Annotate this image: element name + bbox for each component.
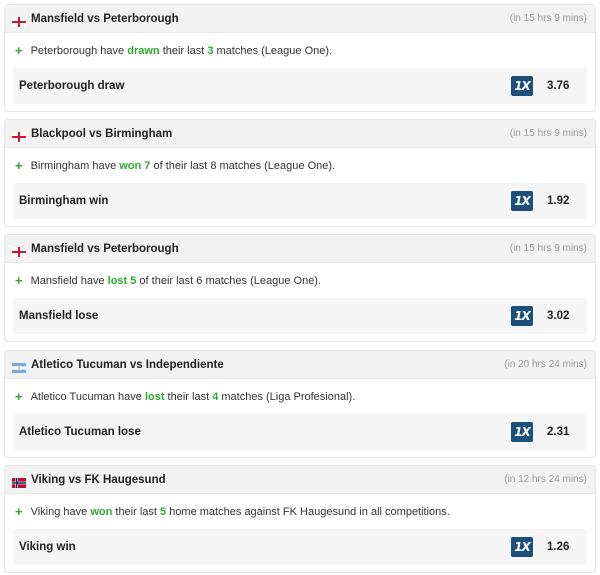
stat-text: Peterborough have drawn their last 3 mat… (31, 45, 332, 57)
bookmaker-logo-icon[interactable]: 1X (511, 422, 533, 442)
tip-card: Mansfield vs Peterborough (in 15 hrs 9 m… (4, 4, 596, 112)
stat-text: Atletico Tucuman have lost their last 4 … (31, 391, 356, 403)
bet-row[interactable]: Viking win 1X 1.26 (13, 529, 587, 565)
stat-text-part: matches (Liga Profesional). (218, 390, 356, 403)
stat-text: Birmingham have won 7 of their last 8 ma… (31, 160, 335, 172)
flag-norway-icon (12, 475, 26, 488)
stat-line: + Birmingham have won 7 of their last 8 … (5, 148, 595, 183)
kickoff-time: (in 15 hrs 9 mins) (509, 243, 587, 254)
plus-icon: + (15, 504, 23, 519)
odds-value[interactable]: 1.92 (547, 195, 569, 207)
odds-button[interactable]: 1X 2.31 (509, 416, 585, 448)
stat-text-part: Mansfield have (30, 274, 108, 287)
tip-card: Blackpool vs Birmingham (in 15 hrs 9 min… (4, 119, 596, 227)
plus-icon: + (15, 389, 23, 404)
stat-highlight: drawn (127, 44, 160, 57)
bet-row[interactable]: Atletico Tucuman lose 1X 2.31 (13, 414, 587, 450)
stat-line: + Peterborough have drawn their last 3 m… (5, 33, 595, 68)
stat-highlight: lost (144, 390, 165, 403)
match-header[interactable]: Mansfield vs Peterborough (in 15 hrs 9 m… (5, 5, 595, 33)
odds-value[interactable]: 1.26 (547, 541, 569, 553)
plus-icon: + (15, 43, 23, 58)
tip-card: Mansfield vs Peterborough (in 15 hrs 9 m… (4, 234, 596, 342)
bet-label[interactable]: Mansfield lose (19, 310, 509, 322)
odds-button[interactable]: 1X 1.26 (509, 531, 585, 563)
match-title[interactable]: Viking vs FK Haugesund (31, 474, 504, 486)
stat-text-part: of their last 8 matches (League One). (150, 159, 336, 172)
plus-icon: + (15, 158, 23, 173)
stat-text-part: their last (112, 505, 161, 518)
stat-text-part: Viking have (30, 505, 91, 518)
bet-label[interactable]: Peterborough draw (19, 80, 509, 92)
stat-text-part: matches (League One). (213, 44, 333, 57)
plus-icon: + (15, 273, 23, 288)
bet-label[interactable]: Viking win (19, 541, 509, 553)
tip-card: Atletico Tucuman vs Independiente (in 20… (4, 350, 596, 458)
stat-highlight: won (90, 505, 113, 518)
bet-label[interactable]: Atletico Tucuman lose (19, 426, 509, 438)
odds-button[interactable]: 1X 1.92 (509, 185, 585, 217)
match-title[interactable]: Blackpool vs Birmingham (31, 128, 510, 140)
flag-england-icon (12, 14, 26, 27)
match-title[interactable]: Atletico Tucuman vs Independiente (31, 359, 504, 371)
bookmaker-logo-icon[interactable]: 1X (511, 76, 533, 96)
stat-line: + Mansfield have lost 5 of their last 6 … (5, 263, 595, 298)
flag-england-icon (12, 129, 26, 142)
flag-england-icon (12, 244, 26, 257)
tip-card: Viking vs FK Haugesund (in 12 hrs 24 min… (4, 465, 596, 573)
odds-value[interactable]: 2.31 (547, 426, 569, 438)
match-header[interactable]: Mansfield vs Peterborough (in 15 hrs 9 m… (5, 235, 595, 263)
stat-text-part: their last (164, 390, 213, 403)
bookmaker-logo-icon[interactable]: 1X (511, 537, 533, 557)
bet-label[interactable]: Birmingham win (19, 195, 509, 207)
stat-highlight: won 7 (119, 159, 151, 172)
bet-row[interactable]: Peterborough draw 1X 3.76 (13, 68, 587, 104)
stat-text-part: Peterborough have (30, 44, 128, 57)
odds-value[interactable]: 3.02 (547, 310, 569, 322)
stat-text-part: Atletico Tucuman have (30, 390, 145, 403)
match-header[interactable]: Viking vs FK Haugesund (in 12 hrs 24 min… (5, 466, 595, 494)
stat-line: + Viking have won their last 5 home matc… (5, 494, 595, 529)
stat-highlight: lost 5 (107, 274, 137, 287)
odds-button[interactable]: 1X 3.02 (509, 300, 585, 332)
match-header[interactable]: Atletico Tucuman vs Independiente (in 20… (5, 351, 595, 379)
stat-text-part: home matches against FK Haugesund in all… (166, 505, 450, 518)
kickoff-time: (in 20 hrs 24 mins) (504, 359, 587, 370)
stat-text-part: their last (159, 44, 208, 57)
match-header[interactable]: Blackpool vs Birmingham (in 15 hrs 9 min… (5, 120, 595, 148)
stat-text: Mansfield have lost 5 of their last 6 ma… (31, 275, 321, 287)
odds-button[interactable]: 1X 3.76 (509, 70, 585, 102)
kickoff-time: (in 15 hrs 9 mins) (509, 13, 587, 24)
stat-text-part: of their last 6 matches (League One). (136, 274, 322, 287)
stat-text-part: Birmingham have (30, 159, 120, 172)
stat-text: Viking have won their last 5 home matche… (31, 506, 450, 518)
bookmaker-logo-icon[interactable]: 1X (511, 306, 533, 326)
tips-list: Mansfield vs Peterborough (in 15 hrs 9 m… (0, 0, 600, 575)
bet-row[interactable]: Mansfield lose 1X 3.02 (13, 298, 587, 334)
stat-line: + Atletico Tucuman have lost their last … (5, 379, 595, 414)
bet-row[interactable]: Birmingham win 1X 1.92 (13, 183, 587, 219)
match-title[interactable]: Mansfield vs Peterborough (31, 13, 510, 25)
bookmaker-logo-icon[interactable]: 1X (511, 191, 533, 211)
flag-argentina-icon (12, 360, 26, 373)
odds-value[interactable]: 3.76 (547, 80, 569, 92)
kickoff-time: (in 15 hrs 9 mins) (509, 128, 587, 139)
kickoff-time: (in 12 hrs 24 mins) (504, 474, 587, 485)
match-title[interactable]: Mansfield vs Peterborough (31, 243, 510, 255)
